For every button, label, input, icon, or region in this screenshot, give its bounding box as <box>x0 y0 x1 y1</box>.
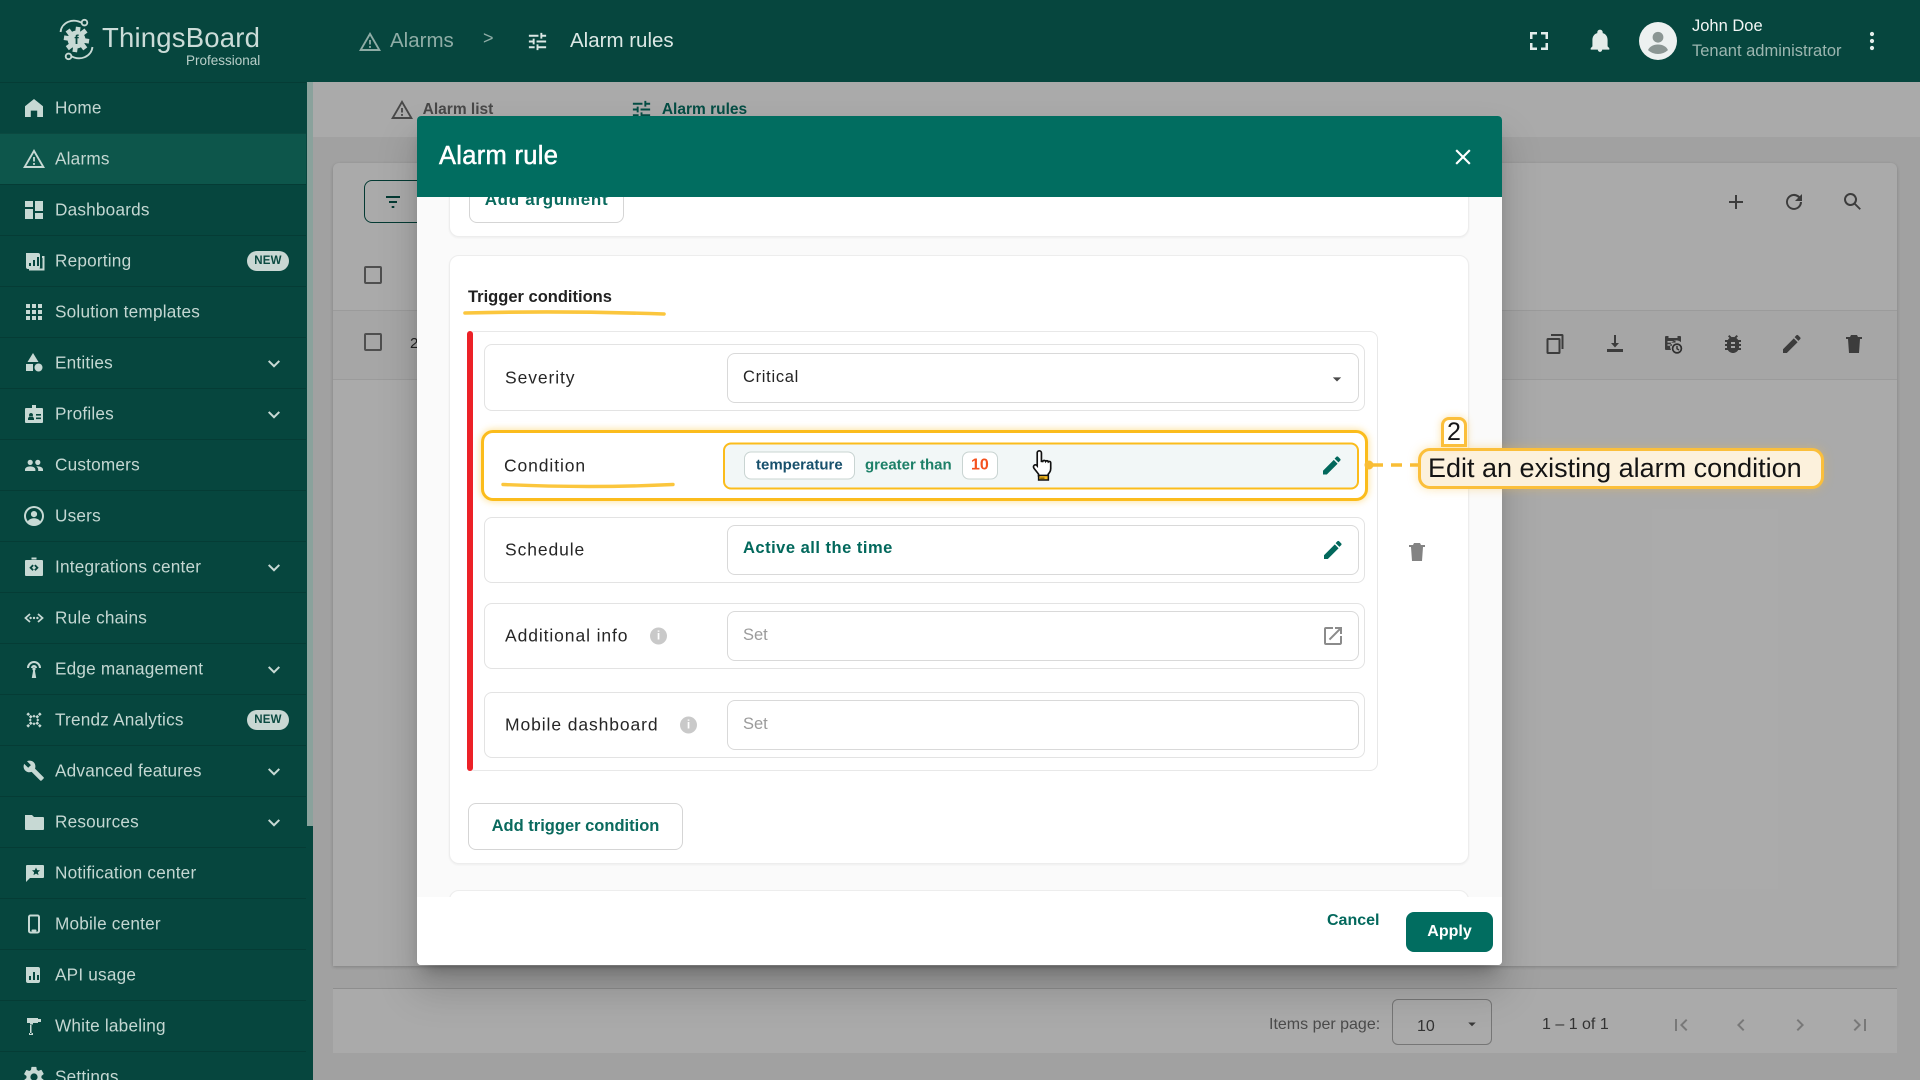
svg-text:f: f <box>74 32 79 47</box>
